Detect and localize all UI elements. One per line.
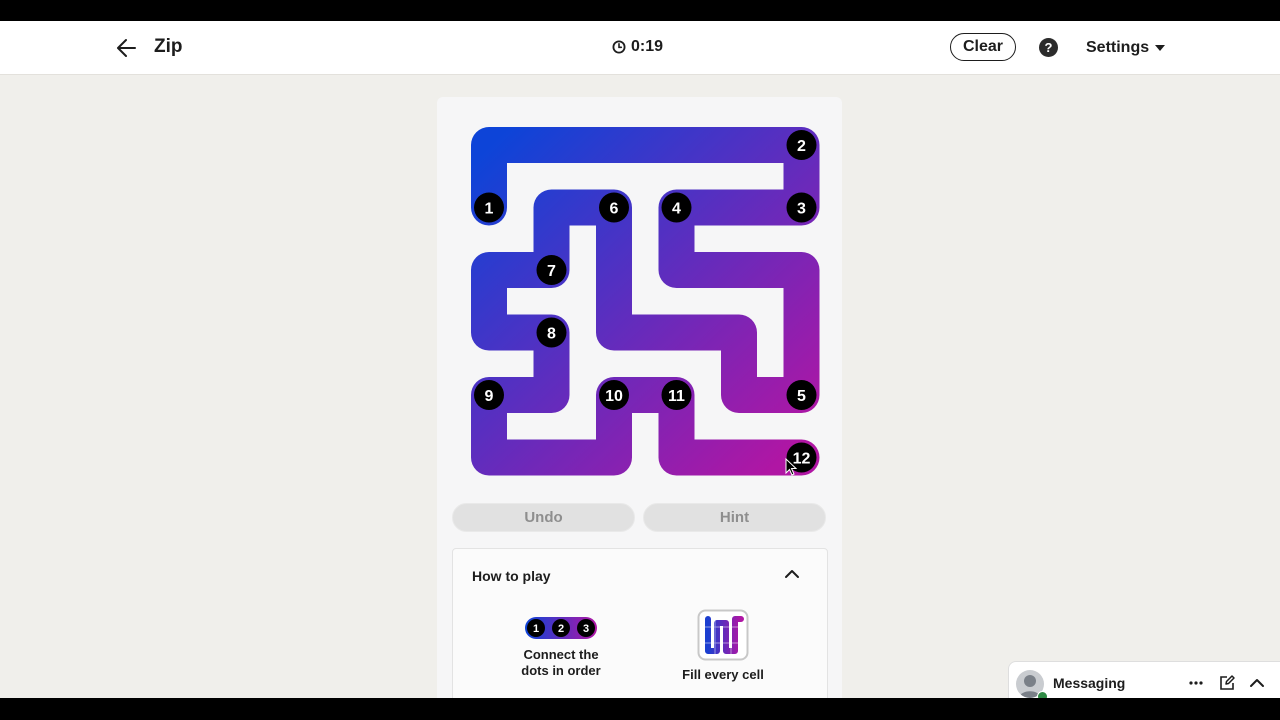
dot-label: 12 xyxy=(793,451,811,468)
numbered-dots-icon: 1 2 3 xyxy=(525,617,597,639)
back-arrow-icon[interactable] xyxy=(113,35,141,61)
timer-value: 0:19 xyxy=(631,38,664,55)
how-to-play-title: How to play xyxy=(472,568,551,584)
numbered-dot-4[interactable]: 4 xyxy=(661,192,692,223)
dot-label: 10 xyxy=(605,388,623,405)
online-status-dot xyxy=(1037,691,1048,698)
game-page: Zip 0:19 Clear ? Settings 1 2 3 4 5 6 7 … xyxy=(0,21,1280,698)
fill-grid-icon xyxy=(697,609,749,661)
compose-icon[interactable] xyxy=(1218,674,1236,692)
numbered-dot-3[interactable]: 3 xyxy=(786,192,817,223)
mini-dot-label: 3 xyxy=(583,623,589,635)
messaging-bar[interactable]: Messaging xyxy=(1008,661,1280,698)
dot-label: 9 xyxy=(485,388,494,405)
rule-fill-cells: Fill every cell xyxy=(663,609,783,683)
drawn-path xyxy=(471,127,820,476)
timer: 0:19 xyxy=(612,38,663,56)
undo-button[interactable]: Undo xyxy=(452,503,635,532)
rule-connect-dots: 1 2 3 Connect the dots in order xyxy=(501,615,621,679)
numbered-dot-11[interactable]: 11 xyxy=(661,380,692,410)
numbered-dot-10[interactable]: 10 xyxy=(599,380,629,410)
page-title: Zip xyxy=(154,36,183,57)
dot-label: 1 xyxy=(485,201,494,218)
help-icon[interactable]: ? xyxy=(1039,38,1058,57)
numbered-dot-2[interactable]: 2 xyxy=(786,130,817,160)
rule-caption: Fill every cell xyxy=(682,667,764,682)
numbered-dot-8[interactable]: 8 xyxy=(536,317,567,348)
numbered-dot-9[interactable]: 9 xyxy=(474,380,504,410)
caret-down-icon xyxy=(1155,45,1166,51)
dot-label: 6 xyxy=(610,201,619,218)
dot-label: 5 xyxy=(797,388,806,405)
numbered-dot-1[interactable]: 1 xyxy=(474,192,504,223)
chevron-up-icon[interactable] xyxy=(783,567,801,581)
settings-menu[interactable]: Settings xyxy=(1086,39,1166,57)
dot-label: 8 xyxy=(547,326,556,343)
dot-label: 3 xyxy=(797,201,806,218)
messaging-label: Messaging xyxy=(1053,675,1126,691)
dot-label: 2 xyxy=(797,138,806,155)
top-bar: Zip 0:19 Clear ? Settings xyxy=(0,21,1280,75)
settings-label: Settings xyxy=(1086,39,1150,56)
game-card: 1 2 3 4 5 6 7 8 9 10 11 12 Undo Hint How to play xyxy=(437,97,842,698)
hint-button[interactable]: Hint xyxy=(643,503,826,532)
clear-button[interactable]: Clear xyxy=(950,33,1016,61)
dot-label: 11 xyxy=(668,388,685,405)
rule-caption: Connect the dots in order xyxy=(521,647,601,678)
more-icon[interactable] xyxy=(1187,674,1205,692)
mini-dot-label: 1 xyxy=(533,623,539,635)
clock-icon xyxy=(612,40,626,54)
dot-label: 4 xyxy=(672,201,681,218)
numbered-dot-5[interactable]: 5 xyxy=(786,380,817,410)
numbered-dot-7[interactable]: 7 xyxy=(536,255,567,285)
chevron-up-icon[interactable] xyxy=(1248,674,1266,692)
numbered-dot-6[interactable]: 6 xyxy=(599,192,629,223)
game-board[interactable]: 123456789 10 1112 xyxy=(437,97,842,497)
mini-dot-label: 2 xyxy=(558,623,564,635)
dot-label: 7 xyxy=(547,263,556,280)
how-to-play-panel: How to play 1 2 3 Connect the dots in or… xyxy=(452,548,828,698)
